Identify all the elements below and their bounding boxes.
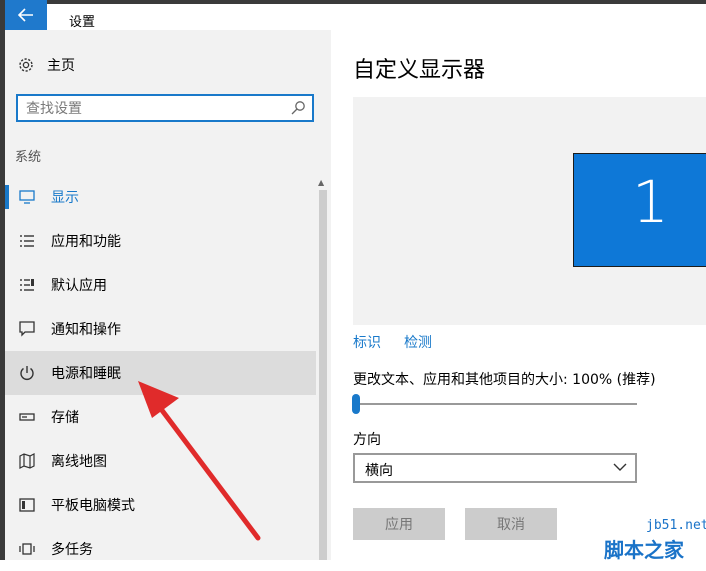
sidebar-item-label: 平板电脑模式 bbox=[51, 498, 135, 514]
sidebar-item-label: 存储 bbox=[51, 410, 79, 426]
title-bar: 设置 bbox=[5, 4, 706, 30]
watermark-name: 脚本之家 bbox=[604, 538, 684, 562]
orientation-dropdown[interactable]: 横向 bbox=[353, 453, 637, 483]
sidebar-item-label: 通知和操作 bbox=[51, 322, 121, 338]
scale-slider-track[interactable] bbox=[353, 403, 637, 405]
watermark-site: jb51.net bbox=[646, 518, 706, 533]
sidebar-item-label: 电源和睡眠 bbox=[51, 366, 121, 382]
sidebar-item-tablet-mode[interactable]: 平板电脑模式 bbox=[5, 483, 316, 527]
sidebar-item-apps[interactable]: 应用和功能 bbox=[5, 219, 316, 263]
scroll-thumb[interactable] bbox=[319, 190, 327, 560]
section-label: 系统 bbox=[15, 150, 42, 165]
sidebar-item-power-sleep[interactable]: 电源和睡眠 bbox=[5, 351, 316, 395]
default-apps-icon bbox=[18, 276, 36, 294]
gear-icon bbox=[19, 58, 33, 72]
scroll-up-icon[interactable]: ▲ bbox=[318, 178, 324, 187]
window-title: 设置 bbox=[69, 15, 96, 30]
sidebar-item-label: 多任务 bbox=[51, 542, 93, 558]
page-title: 自定义显示器 bbox=[353, 58, 486, 83]
detect-link[interactable]: 检测 bbox=[404, 332, 432, 352]
sidebar-item-label: 离线地图 bbox=[51, 454, 107, 470]
storage-icon bbox=[18, 408, 36, 426]
home-link[interactable]: 主页 bbox=[17, 55, 75, 75]
search-icon[interactable] bbox=[290, 100, 306, 116]
orientation-value: 横向 bbox=[365, 463, 393, 479]
sidebar-scrollbar[interactable]: ▲ bbox=[316, 176, 330, 560]
monitor-number: 1 bbox=[632, 168, 669, 236]
sidebar-item-label: 应用和功能 bbox=[51, 234, 121, 250]
sidebar-item-multitasking[interactable]: 多任务 bbox=[5, 527, 316, 571]
scale-label: 更改文本、应用和其他项目的大小: 100% (推荐) bbox=[353, 372, 656, 388]
search-input[interactable] bbox=[24, 98, 278, 120]
watermark: jb51.net 脚本之家 bbox=[584, 500, 706, 562]
back-button[interactable] bbox=[5, 0, 47, 30]
cancel-button[interactable]: 取消 bbox=[465, 508, 557, 540]
tablet-mode-icon bbox=[18, 496, 36, 514]
monitor-icon bbox=[18, 188, 36, 206]
scale-slider-thumb[interactable] bbox=[352, 394, 360, 414]
power-icon bbox=[18, 364, 36, 382]
chevron-down-icon bbox=[613, 463, 627, 471]
monitor-tile[interactable]: 1 bbox=[573, 153, 706, 267]
identify-link[interactable]: 标识 bbox=[353, 332, 381, 352]
apply-button[interactable]: 应用 bbox=[353, 508, 445, 540]
sidebar-item-default-apps[interactable]: 默认应用 bbox=[5, 263, 316, 307]
sidebar-item-label: 默认应用 bbox=[51, 278, 107, 294]
back-arrow-icon bbox=[18, 8, 33, 22]
sidebar-item-offline-maps[interactable]: 离线地图 bbox=[5, 439, 316, 483]
sidebar: 主页 系统 显示 应用和功能 默认应用 通知和操作 bbox=[5, 30, 331, 560]
search-box[interactable] bbox=[16, 94, 314, 122]
orientation-label: 方向 bbox=[353, 432, 381, 448]
home-label: 主页 bbox=[47, 58, 75, 74]
multitask-icon bbox=[18, 540, 36, 558]
sidebar-item-storage[interactable]: 存储 bbox=[5, 395, 316, 439]
sidebar-item-notifications[interactable]: 通知和操作 bbox=[5, 307, 316, 351]
display-preview: 1 bbox=[353, 97, 706, 325]
map-icon bbox=[18, 452, 36, 470]
main-content: 自定义显示器 1 标识 检测 更改文本、应用和其他项目的大小: 100% (推荐… bbox=[331, 30, 706, 560]
sidebar-item-label: 显示 bbox=[51, 190, 79, 206]
notification-icon bbox=[18, 320, 36, 338]
apps-list-icon bbox=[18, 232, 36, 250]
sidebar-item-display[interactable]: 显示 bbox=[5, 175, 316, 219]
active-indicator bbox=[5, 185, 9, 209]
